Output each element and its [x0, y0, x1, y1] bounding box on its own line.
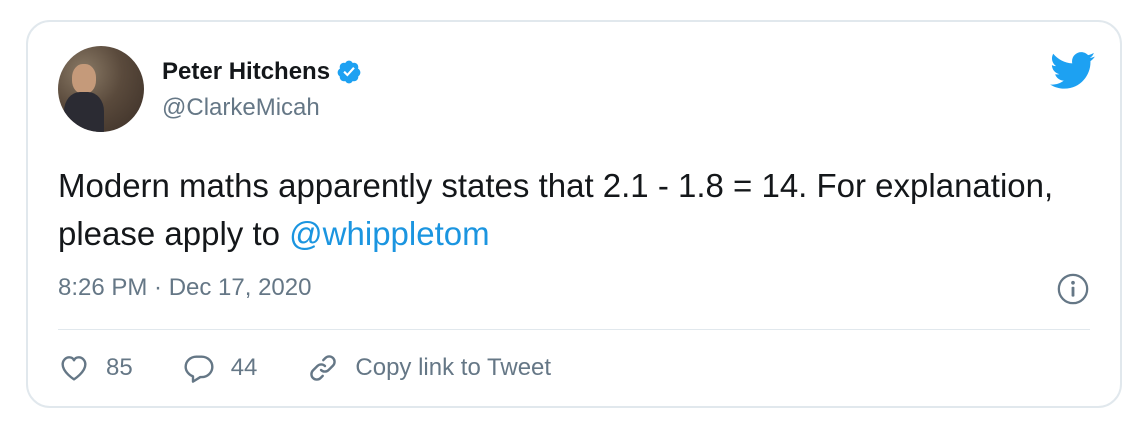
heart-icon [61, 356, 87, 381]
author-handle[interactable]: @ClarkeMicah [162, 94, 320, 122]
reply-count: 44 [230, 354, 258, 381]
tweet-body: Modern maths apparently states that 2.1 … [58, 167, 1054, 252]
author-display-name[interactable]: Peter Hitchens [162, 58, 330, 86]
copy-link-button[interactable]: Copy link to Tweet [307, 352, 551, 384]
twitter-bird-icon[interactable] [1050, 52, 1096, 90]
verified-badge-icon [337, 60, 361, 84]
link-icon [310, 355, 337, 381]
tweet-card[interactable]: Peter Hitchens @ClarkeMicah Modern maths… [26, 20, 1122, 408]
like-button[interactable]: 85 [58, 352, 133, 384]
author-name-row[interactable]: Peter Hitchens [162, 58, 362, 86]
info-icon[interactable] [1056, 272, 1090, 306]
tweet-text: Modern maths apparently states that 2.1 … [58, 162, 1078, 258]
avatar-body [64, 92, 104, 132]
reply-button[interactable]: 44 [183, 352, 258, 384]
mention-link[interactable]: @whippletom [289, 215, 489, 252]
avatar[interactable] [58, 46, 144, 132]
like-count: 85 [106, 354, 133, 381]
copy-link-label: Copy link to Tweet [355, 354, 552, 381]
tweet-actions: 85 44 Copy link to Tweet [58, 352, 551, 384]
tweet-timestamp[interactable]: 8:26 PM · Dec 17, 2020 [58, 274, 311, 302]
avatar-face [72, 64, 96, 94]
reply-bubble-icon [184, 355, 214, 383]
divider [58, 329, 1090, 330]
